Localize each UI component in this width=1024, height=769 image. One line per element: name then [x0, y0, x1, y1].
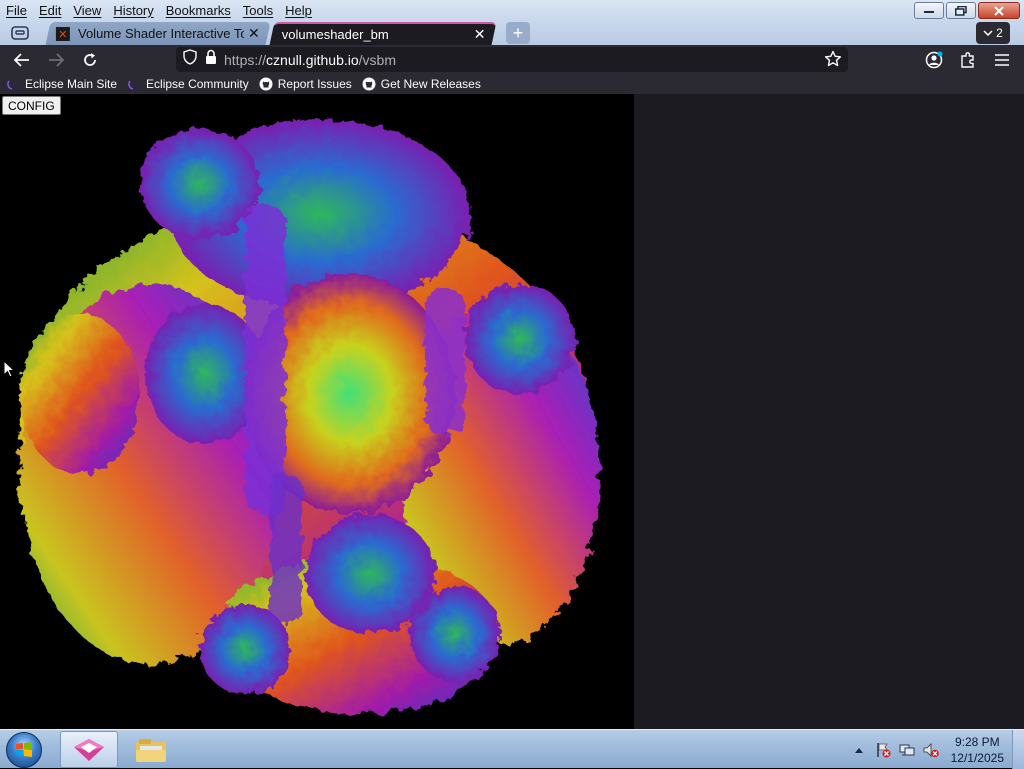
shield-icon[interactable] — [182, 49, 198, 70]
clock-date: 12/1/2025 — [950, 750, 1004, 765]
tab-volumeshader-bm[interactable]: volumeshader_bm ✕ — [269, 22, 497, 45]
bookmark-label: Eclipse Community — [146, 77, 249, 91]
url-host: cznull.github.io — [266, 51, 359, 68]
bookmark-eclipse-main-site[interactable]: Eclipse Main Site — [6, 77, 117, 91]
back-button[interactable] — [10, 49, 34, 71]
folder-icon — [136, 738, 166, 762]
shader-canvas[interactable]: CONFIG — [0, 94, 634, 729]
system-tray: 9:28 PM 12/1/2025 — [851, 730, 1004, 769]
plus-icon: + — [512, 22, 524, 43]
puzzle-icon — [961, 52, 974, 68]
tab-overview-icon — [11, 25, 29, 40]
taskbar-file-explorer[interactable] — [122, 731, 180, 768]
taskbar: 9:28 PM 12/1/2025 — [0, 729, 1024, 769]
close-icon — [994, 5, 1004, 16]
reload-button[interactable] — [78, 49, 102, 71]
tab-overview-button[interactable] — [8, 22, 32, 43]
volume-shader-favicon-icon: ✕ — [56, 26, 70, 41]
back-arrow-icon — [14, 53, 29, 67]
new-tab-button[interactable]: + — [506, 22, 530, 44]
github-icon — [362, 77, 376, 91]
windows-logo-icon — [16, 742, 32, 757]
taskbar-clock[interactable]: 9:28 PM 12/1/2025 — [951, 734, 1004, 766]
reload-icon — [84, 53, 96, 66]
action-center-flag-icon[interactable] — [875, 742, 891, 758]
bookmark-star-icon[interactable] — [824, 50, 842, 73]
bookmark-get-new-releases[interactable]: Get New Releases — [362, 77, 481, 91]
tab-strip: ✕ Volume Shader Interactive Tool ✕ volum… — [0, 20, 1024, 45]
bookmarks-bar: Eclipse Main Site Eclipse Community Repo… — [0, 74, 1024, 94]
url-prefix: https:// — [224, 51, 267, 68]
tab-title: volumeshader_bm — [281, 27, 389, 42]
page-content: CONFIG — [0, 94, 1024, 729]
chevron-up-icon[interactable] — [851, 742, 867, 758]
eclipse-icon — [128, 78, 142, 90]
clock-time: 9:28 PM — [954, 734, 1000, 749]
account-icon — [925, 51, 943, 69]
menu-bookmarks[interactable]: Bookmarks — [160, 3, 237, 18]
menu-history[interactable]: History — [107, 3, 159, 18]
github-icon — [259, 77, 273, 91]
volume-muted-icon[interactable] — [923, 742, 939, 758]
network-icon[interactable] — [899, 742, 915, 758]
tab-close-icon[interactable]: ✕ — [474, 26, 486, 43]
restore-button[interactable] — [946, 2, 976, 19]
tab-list-button[interactable]: 2 — [976, 22, 1010, 44]
menu-bar: File Edit View History Bookmarks Tools H… — [0, 0, 1024, 20]
config-button[interactable]: CONFIG — [2, 96, 61, 115]
window-controls — [914, 2, 1020, 19]
menu-view[interactable]: View — [67, 3, 107, 18]
taskbar-browser-app[interactable] — [60, 731, 118, 768]
menu-help[interactable]: Help — [279, 3, 318, 18]
nav-toolbar: https://cznull.github.io/vsbm — [0, 45, 1024, 74]
url-path: /vsbm — [358, 51, 396, 68]
bookmark-label: Get New Releases — [380, 77, 481, 91]
show-desktop-button[interactable] — [1012, 730, 1024, 769]
eclipse-icon — [7, 78, 20, 90]
tab-volume-shader[interactable]: ✕ Volume Shader Interactive Tool ✕ — [45, 22, 271, 45]
url-bar[interactable]: https://cznull.github.io/vsbm — [176, 47, 848, 72]
menu-tools[interactable]: Tools — [237, 3, 279, 18]
bookmark-report-issues[interactable]: Report Issues — [259, 77, 352, 91]
account-button[interactable] — [922, 49, 946, 71]
lock-icon[interactable] — [204, 49, 218, 70]
tab-title: Volume Shader Interactive Tool — [78, 26, 245, 41]
start-button[interactable] — [6, 732, 42, 768]
tab-count: 2 — [996, 26, 1003, 40]
menu-file[interactable]: File — [0, 3, 33, 18]
tab-close-icon[interactable]: ✕ — [248, 25, 260, 42]
minimize-icon — [924, 10, 934, 13]
forward-button[interactable] — [44, 49, 68, 71]
browser-app-icon — [74, 738, 104, 761]
hamburger-menu-icon — [995, 54, 1009, 66]
menu-edit[interactable]: Edit — [33, 3, 67, 18]
minimize-button[interactable] — [914, 2, 944, 19]
fractal-render — [20, 119, 600, 714]
extensions-button[interactable] — [956, 49, 980, 71]
bookmark-label: Eclipse Main Site — [25, 77, 118, 91]
mouse-cursor-icon — [3, 360, 15, 378]
bookmark-eclipse-community[interactable]: Eclipse Community — [127, 77, 249, 91]
chevron-down-icon — [983, 30, 993, 36]
restore-icon — [955, 5, 967, 16]
app-menu-button[interactable] — [990, 49, 1014, 71]
forward-arrow-icon — [49, 53, 64, 67]
bookmark-label: Report Issues — [277, 77, 352, 91]
url-text[interactable]: https://cznull.github.io/vsbm — [224, 52, 396, 68]
close-window-button[interactable] — [978, 2, 1020, 19]
